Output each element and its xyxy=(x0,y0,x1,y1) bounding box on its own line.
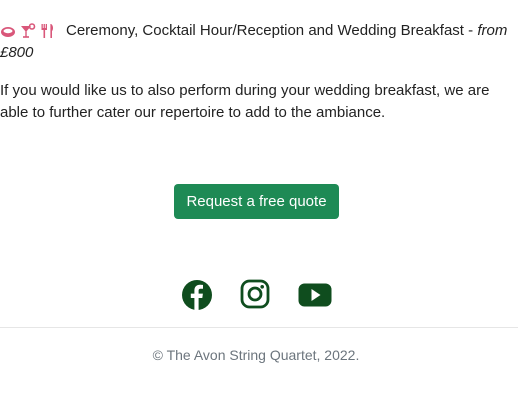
package-line: Ceremony, Cocktail Hour/Reception and We… xyxy=(0,20,518,64)
page: Ceremony, Cocktail Hour/Reception and We… xyxy=(0,0,518,416)
package-title: Ceremony, Cocktail Hour/Reception and We… xyxy=(66,22,478,39)
social-links xyxy=(0,279,518,311)
facebook-icon xyxy=(181,279,213,311)
youtube-icon xyxy=(298,279,332,311)
facebook-link[interactable] xyxy=(181,279,213,311)
instagram-link[interactable] xyxy=(240,279,272,311)
ring-icon xyxy=(0,24,16,38)
package-icons xyxy=(0,23,56,39)
request-quote-button[interactable]: Request a free quote xyxy=(174,184,339,219)
cutlery-icon xyxy=(40,23,56,39)
footer-divider xyxy=(0,327,518,328)
footer-copyright: © The Avon String Quartet, 2022. xyxy=(152,347,360,363)
wedding-breakfast-paragraph: If you would like us to also perform dur… xyxy=(0,82,490,121)
youtube-link[interactable] xyxy=(298,279,332,311)
cocktail-icon xyxy=(20,23,36,39)
previous-content-cutoff xyxy=(0,0,140,4)
instagram-icon xyxy=(240,279,272,309)
